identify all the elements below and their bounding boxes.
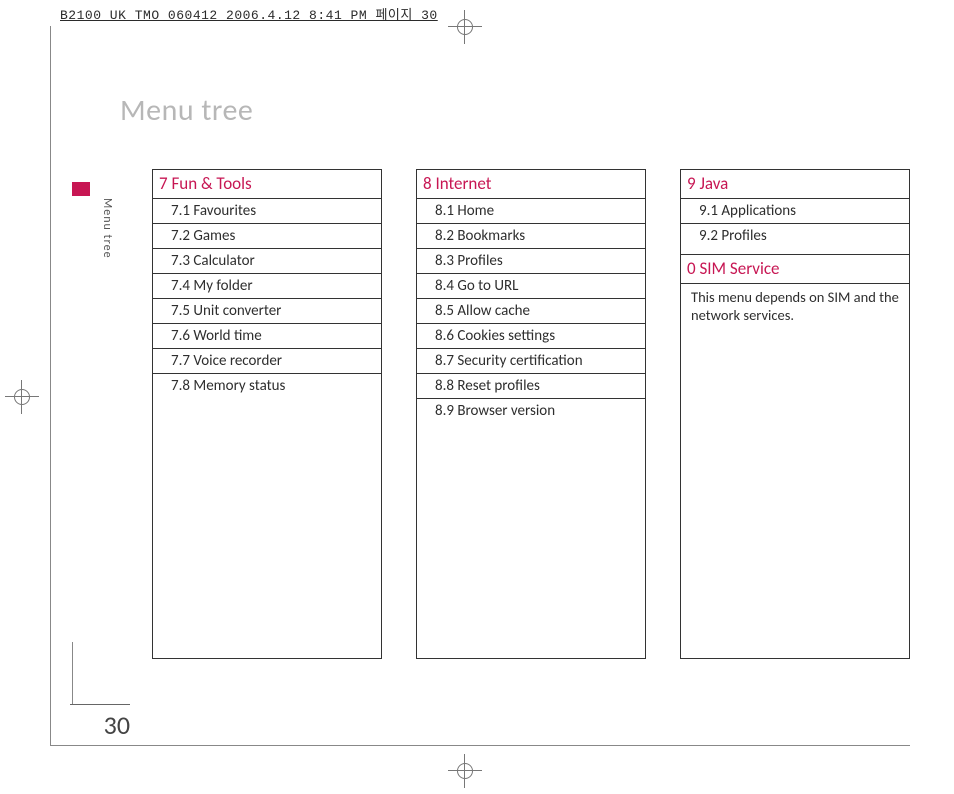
sim-service-note: This menu depends on SIM and the network…: [681, 284, 909, 326]
section-header: 0 SIM Service: [681, 254, 909, 284]
page-number-rule: [72, 642, 73, 704]
menu-item: 8.9 Browser version: [417, 399, 645, 423]
menu-item: 8.8 Reset profiles: [417, 374, 645, 399]
menu-item: 7.4 My folder: [153, 274, 381, 299]
registration-mark-bottom: [448, 754, 482, 788]
menu-item: 7.5 Unit converter: [153, 299, 381, 324]
page-title: Menu tree: [120, 92, 912, 129]
menu-item: 7.6 World time: [153, 324, 381, 349]
menu-item: 7.3 Calculator: [153, 249, 381, 274]
section-header: 9 Java: [681, 170, 909, 199]
menu-columns: 7 Fun & Tools 7.1 Favourites 7.2 Games 7…: [152, 169, 912, 659]
menu-item: 8.3 Profiles: [417, 249, 645, 274]
side-caption: Menu tree: [100, 198, 114, 259]
menu-item: 7.8 Memory status: [153, 374, 381, 398]
menu-item: 8.7 Security certification: [417, 349, 645, 374]
menu-item: 8.5 Allow cache: [417, 299, 645, 324]
document-info-line: B2100 UK TMO 060412 2006.4.12 8:41 PM 페이…: [60, 4, 438, 23]
section-header: 7 Fun & Tools: [153, 170, 381, 199]
menu-item: 8.1 Home: [417, 199, 645, 224]
menu-item: 8.2 Bookmarks: [417, 224, 645, 249]
menu-item: 8.4 Go to URL: [417, 274, 645, 299]
margin-tab-marker: [72, 182, 90, 196]
menu-item: 7.2 Games: [153, 224, 381, 249]
registration-mark-left: [5, 380, 39, 414]
section-header: 8 Internet: [417, 170, 645, 199]
menu-item: 7.1 Favourites: [153, 199, 381, 224]
menu-item: 8.6 Cookies settings: [417, 324, 645, 349]
menu-item: 7.7 Voice recorder: [153, 349, 381, 374]
menu-item: 9.2 Profiles: [681, 224, 909, 248]
menu-column-java-sim: 9 Java 9.1 Applications 9.2 Profiles 0 S…: [680, 169, 910, 659]
menu-item: 9.1 Applications: [681, 199, 909, 224]
menu-column-fun-tools: 7 Fun & Tools 7.1 Favourites 7.2 Games 7…: [152, 169, 382, 659]
menu-column-internet: 8 Internet 8.1 Home 8.2 Bookmarks 8.3 Pr…: [416, 169, 646, 659]
page-number: 30: [70, 704, 130, 741]
